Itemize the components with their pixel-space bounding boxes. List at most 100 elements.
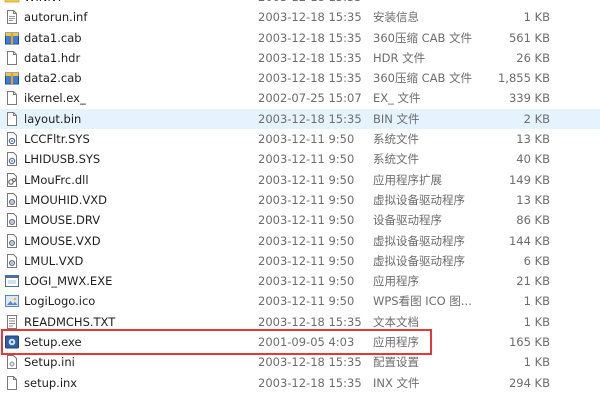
- file-name: setup.inx: [24, 375, 78, 390]
- file-size: 561 KB: [508, 30, 550, 45]
- file-date: 2003-12-11 9:50: [258, 213, 355, 228]
- file-name: autorun.inf: [24, 10, 88, 25]
- file-size: 1 KB: [523, 10, 550, 25]
- file-name: Setup.ini: [24, 355, 75, 370]
- file-size: 294 KB: [508, 375, 550, 390]
- file-row[interactable]: WINNT 2003-12-18 15:35: [0, 0, 600, 7]
- file-row[interactable]: autorun.inf 2003-12-18 15:35 安装信息 1 KB: [0, 7, 600, 27]
- file-size: 2 KB: [523, 111, 550, 126]
- file-date: 2003-12-18 15:35: [258, 50, 362, 65]
- file-date: 2003-12-11 9:50: [258, 152, 355, 167]
- file-date: 2003-12-11 9:50: [258, 253, 355, 268]
- archive-icon: [4, 70, 20, 86]
- file-size: 149 KB: [508, 172, 550, 187]
- file-type: 360压缩 CAB 文件: [373, 71, 473, 86]
- file-date: 2003-12-11 9:50: [258, 192, 355, 207]
- blank-file-icon: [4, 375, 20, 391]
- blank-file-icon: [4, 111, 20, 127]
- file-name: LOGI_MWX.EXE: [24, 274, 113, 289]
- file-type: 文本文档: [373, 314, 419, 329]
- file-name: LMOUSE.VXD: [24, 233, 101, 248]
- settings-file-icon: [4, 354, 20, 370]
- file-type: 安装信息: [373, 10, 419, 25]
- file-date: 2003-12-18 15:35: [258, 10, 362, 25]
- file-row[interactable]: READMCHS.TXT 2003-12-18 15:35 文本文档 1 KB: [0, 312, 600, 332]
- driver-file-icon: [4, 212, 20, 228]
- file-size: 40 KB: [516, 152, 550, 167]
- file-type: 应用程序: [373, 274, 419, 289]
- file-type: 虚拟设备驱动程序: [373, 253, 465, 268]
- file-row[interactable]: LMOUHID.VXD 2003-12-11 9:50 虚拟设备驱动程序 13 KB: [0, 190, 600, 210]
- file-size: 26 KB: [516, 50, 550, 65]
- file-type: EX_ 文件: [373, 91, 421, 106]
- system-file-icon: [4, 131, 20, 147]
- file-date: 2003-12-18 15:35: [258, 314, 362, 329]
- file-size: 1 KB: [523, 355, 550, 370]
- file-row[interactable]: Setup.ini 2003-12-18 15:35 配置设置 1 KB: [0, 352, 600, 372]
- file-row[interactable]: LMUL.VXD 2003-12-11 9:50 虚拟设备驱动程序 6 KB: [0, 251, 600, 271]
- file-list: WINNT 2003-12-18 15:35 autorun.inf 2003-12-…: [0, 0, 600, 393]
- exe-window-icon: [4, 273, 20, 289]
- archive-icon: [4, 30, 20, 46]
- file-type: 应用程序扩展: [373, 172, 442, 187]
- file-row[interactable]: setup.inx 2003-12-18 15:35 INX 文件 294 KB: [0, 373, 600, 393]
- file-name: ikernel.ex_: [24, 91, 86, 106]
- file-type: 虚拟设备驱动程序: [373, 192, 465, 207]
- driver-file-icon: [4, 253, 20, 269]
- image-file-icon: [4, 293, 20, 309]
- file-date: 2003-12-18 15:35: [258, 375, 362, 390]
- file-row[interactable]: Setup.exe 2001-09-05 4:03 应用程序 165 KB: [0, 332, 600, 352]
- file-type: INX 文件: [373, 375, 420, 390]
- file-row[interactable]: LogiLogo.ico 2003-12-11 9:50 WPS看图 ICO 图..…: [0, 291, 600, 311]
- file-date: 2003-12-18 15:35: [258, 71, 362, 86]
- file-size: 1 KB: [523, 314, 550, 329]
- file-size: 86 KB: [516, 213, 550, 228]
- file-name: LHIDUSB.SYS: [24, 152, 101, 167]
- system-file-icon: [4, 151, 20, 167]
- file-name: data2.cab: [24, 71, 82, 86]
- file-date: 2003-12-18 15:35: [258, 355, 362, 370]
- file-name: data1.hdr: [24, 50, 81, 65]
- file-row[interactable]: data2.cab 2003-12-18 15:35 360压缩 CAB 文件 1,8…: [0, 68, 600, 88]
- file-name: READMCHS.TXT: [24, 314, 116, 329]
- file-row[interactable]: LMOUSE.VXD 2003-12-11 9:50 虚拟设备驱动程序 144 KB: [0, 231, 600, 251]
- driver-file-icon: [4, 233, 20, 249]
- file-size: 21 KB: [516, 274, 550, 289]
- file-row[interactable]: LOGI_MWX.EXE 2003-12-11 9:50 应用程序 21 KB: [0, 271, 600, 291]
- file-size: 13 KB: [516, 132, 550, 147]
- file-name: LMOUSE.DRV: [24, 213, 101, 228]
- folder-icon: [4, 0, 20, 5]
- file-size: 6 KB: [523, 253, 550, 268]
- file-type: BIN 文件: [373, 111, 420, 126]
- text-file-icon: [4, 314, 20, 330]
- file-row[interactable]: ikernel.ex_ 2002-07-25 15:07 EX_ 文件 339 KB: [0, 88, 600, 108]
- file-size: 13 KB: [516, 192, 550, 207]
- file-row[interactable]: data1.hdr 2003-12-18 15:35 HDR 文件 26 KB: [0, 48, 600, 68]
- file-date: 2003-12-11 9:50: [258, 294, 355, 309]
- file-row[interactable]: LHIDUSB.SYS 2003-12-11 9:50 系统文件 40 KB: [0, 149, 600, 169]
- driver-file-icon: [4, 192, 20, 208]
- file-date: 2003-12-11 9:50: [258, 274, 355, 289]
- file-size: 165 KB: [508, 335, 550, 350]
- file-row[interactable]: data1.cab 2003-12-18 15:35 360压缩 CAB 文件 561…: [0, 28, 600, 48]
- file-type: 配置设置: [373, 355, 419, 370]
- setup-info-icon: [4, 9, 20, 25]
- file-row[interactable]: LMouFrc.dll 2003-12-11 9:50 应用程序扩展 149 KB: [0, 170, 600, 190]
- file-type: 系统文件: [373, 152, 419, 167]
- file-type: 应用程序: [373, 335, 419, 350]
- file-date: 2003-12-18 15:35: [258, 0, 362, 7]
- file-name: WINNT: [24, 0, 63, 7]
- file-size: 144 KB: [508, 233, 550, 248]
- file-type: 设备驱动程序: [373, 213, 442, 228]
- file-type: WPS看图 ICO 图...: [373, 294, 472, 309]
- file-row[interactable]: LMOUSE.DRV 2003-12-11 9:50 设备驱动程序 86 KB: [0, 210, 600, 230]
- dll-file-icon: [4, 172, 20, 188]
- file-type: 虚拟设备驱动程序: [373, 233, 465, 248]
- file-date: 2003-12-11 9:50: [258, 233, 355, 248]
- file-row[interactable]: LCCFltr.SYS 2003-12-11 9:50 系统文件 13 KB: [0, 129, 600, 149]
- file-name: LMOUHID.VXD: [24, 192, 107, 207]
- file-name: LMouFrc.dll: [24, 172, 89, 187]
- file-date: 2003-12-11 9:50: [258, 172, 355, 187]
- file-row[interactable]: layout.bin 2003-12-18 15:35 BIN 文件 2 KB: [0, 108, 600, 130]
- file-date: 2001-09-05 4:03: [258, 335, 355, 350]
